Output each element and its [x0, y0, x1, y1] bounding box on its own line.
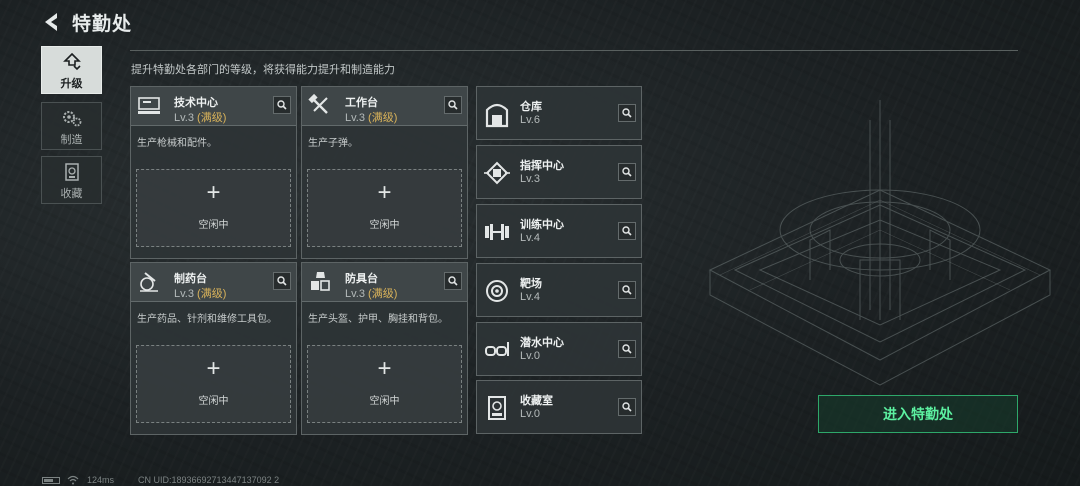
department-description: 生产药品、针剂和维修工具包。: [137, 314, 277, 325]
production-slot[interactable]: + 空闲中: [307, 345, 462, 423]
search-button[interactable]: [618, 163, 636, 181]
magnifier-icon: [622, 226, 632, 236]
production-slot[interactable]: + 空闲中: [136, 169, 291, 247]
armor-bench-icon: [311, 272, 330, 291]
slot-status: 空闲中: [198, 220, 229, 231]
headquarters-wireframe-art: [708, 100, 1052, 386]
facility-name: 潜水中心: [520, 337, 564, 349]
back-arrow-icon[interactable]: [40, 10, 64, 34]
workbench-icon: [308, 93, 328, 114]
magnifier-icon: [448, 100, 458, 110]
tab-craft[interactable]: 制造: [41, 102, 102, 150]
gears-icon: [62, 111, 81, 127]
facility-level: Lv.0: [520, 350, 540, 362]
wifi-icon: [67, 475, 79, 485]
diving-mask-icon: [485, 342, 509, 356]
facility-name: 仓库: [520, 101, 542, 113]
add-icon: +: [377, 179, 392, 206]
slot-status: 空闲中: [369, 396, 400, 407]
department-level: Lv.3 (满级): [345, 112, 398, 124]
facility-card-training-center[interactable]: 训练中心 Lv.4: [476, 204, 642, 258]
department-name: 技术中心: [174, 97, 218, 109]
department-description: 生产头盔、护甲、胸挂和背包。: [308, 314, 448, 325]
tab-label: 收藏: [60, 188, 83, 200]
facility-card-shooting-range[interactable]: 靶场 Lv.4: [476, 263, 642, 317]
tab-upgrade[interactable]: 升级: [41, 46, 102, 94]
magnifier-icon: [622, 402, 632, 412]
facility-name: 收藏室: [520, 395, 553, 407]
department-name: 制药台: [174, 273, 207, 285]
add-icon: +: [206, 179, 221, 206]
ping-readout: 124ms: [87, 475, 115, 485]
facility-card-warehouse[interactable]: 仓库 Lv.6: [476, 86, 642, 140]
facility-level: Lv.4: [520, 232, 540, 244]
maxed-badge: (满级): [368, 112, 398, 124]
slot-status: 空闲中: [198, 396, 229, 407]
department-level: Lv.3 (满级): [345, 288, 398, 300]
department-name: 工作台: [345, 97, 378, 109]
search-button[interactable]: [618, 398, 636, 416]
magnifier-icon: [622, 285, 632, 295]
facility-level: Lv.4: [520, 291, 540, 303]
magnifier-icon: [622, 167, 632, 177]
department-card-pharmacy[interactable]: 制药台 Lv.3 (满级) 生产药品、针剂和维修工具包。 + 空闲中: [130, 262, 297, 435]
facility-level: Lv.6: [520, 114, 540, 126]
page-title: 特勤处: [72, 14, 133, 35]
facility-level: Lv.3: [520, 173, 540, 185]
production-slot[interactable]: + 空闲中: [136, 345, 291, 423]
magnifier-icon: [622, 344, 632, 354]
maxed-badge: (满级): [368, 288, 398, 300]
pharmacy-icon: [140, 272, 158, 292]
maxed-badge: (满级): [197, 112, 227, 124]
enter-headquarters-button[interactable]: 进入特勤处: [818, 395, 1018, 433]
add-icon: +: [206, 355, 221, 382]
department-level: Lv.3 (满级): [174, 288, 227, 300]
dumbbell-icon: [485, 224, 509, 240]
tab-label: 升级: [60, 78, 83, 90]
department-card-workbench[interactable]: 工作台 Lv.3 (满级) 生产子弹。 + 空闲中: [301, 86, 468, 259]
search-button[interactable]: [618, 222, 636, 240]
search-button[interactable]: [618, 281, 636, 299]
tab-label: 制造: [60, 134, 83, 146]
maxed-badge: (满级): [197, 288, 227, 300]
slot-status: 空闲中: [369, 220, 400, 231]
collection-room-icon: [488, 396, 506, 420]
battery-icon: [42, 477, 60, 484]
warehouse-icon: [485, 103, 509, 128]
facility-name: 指挥中心: [520, 160, 564, 172]
department-card-armor-bench[interactable]: 防具台 Lv.3 (满级) 生产头盔、护甲、胸挂和背包。 + 空闲中: [301, 262, 468, 435]
facility-name: 训练中心: [520, 219, 564, 231]
department-description: 生产子弹。: [308, 138, 358, 149]
page-subtitle: 提升特勤处各部门的等级，将获得能力提升和制造能力: [131, 64, 395, 76]
tab-collection[interactable]: 收藏: [41, 156, 102, 204]
user-uid: CN UID:18936692713447137092 2: [138, 475, 280, 485]
magnifier-icon: [622, 108, 632, 118]
target-icon: [486, 280, 508, 302]
command-center-icon: [484, 161, 510, 185]
magnifier-icon: [277, 276, 287, 286]
facility-card-collection-room[interactable]: 收藏室 Lv.0: [476, 380, 642, 434]
department-level: Lv.3 (满级): [174, 112, 227, 124]
tech-center-icon: [138, 97, 160, 114]
collection-icon: [64, 163, 79, 181]
search-button[interactable]: [618, 104, 636, 122]
title-divider: [130, 50, 1018, 51]
facility-card-command-center[interactable]: 指挥中心 Lv.3: [476, 145, 642, 199]
department-name: 防具台: [345, 273, 378, 285]
search-button[interactable]: [444, 96, 462, 114]
add-icon: +: [377, 355, 392, 382]
search-button[interactable]: [273, 272, 291, 290]
facility-card-diving-center[interactable]: 潜水中心 Lv.0: [476, 322, 642, 376]
production-slot[interactable]: + 空闲中: [307, 169, 462, 247]
department-card-tech-center[interactable]: 技术中心 Lv.3 (满级) 生产枪械和配件。 + 空闲中: [130, 86, 297, 259]
search-button[interactable]: [273, 96, 291, 114]
facility-level: Lv.0: [520, 408, 540, 420]
facility-name: 靶场: [520, 278, 542, 290]
department-description: 生产枪械和配件。: [137, 138, 217, 149]
upgrade-icon: [62, 53, 81, 71]
magnifier-icon: [448, 276, 458, 286]
magnifier-icon: [277, 100, 287, 110]
search-button[interactable]: [444, 272, 462, 290]
search-button[interactable]: [618, 340, 636, 358]
